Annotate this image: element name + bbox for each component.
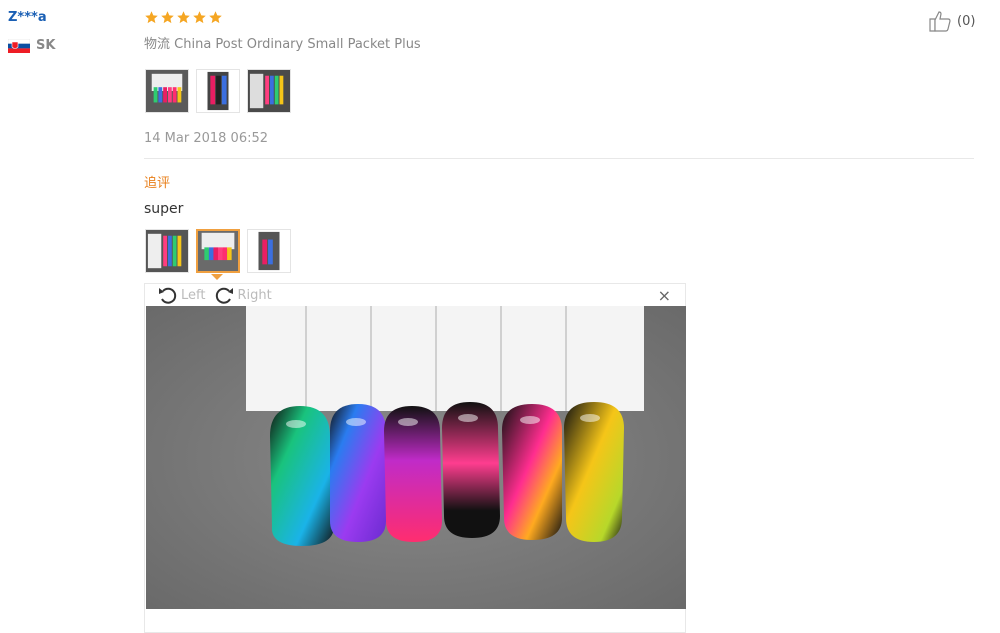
- logistics-label: 物流: [144, 37, 171, 52]
- rotate-left-button[interactable]: Left: [157, 285, 205, 305]
- rotate-left-icon: [159, 287, 177, 304]
- thumbs-up-icon: [929, 11, 951, 32]
- close-icon[interactable]: ×: [658, 286, 671, 305]
- star-icon: [193, 11, 206, 24]
- photo-thumbnail[interactable]: [196, 69, 240, 113]
- reviewer-name[interactable]: Z***a: [8, 10, 47, 25]
- country-code: SK: [36, 38, 56, 53]
- photo-thumbnail[interactable]: [145, 69, 189, 113]
- review-date: 14 Mar 2018 06:52: [144, 131, 269, 146]
- viewer-toolbar: Left Right: [157, 285, 272, 305]
- active-thumb-caret: [211, 274, 223, 280]
- followup-photos: [145, 229, 291, 273]
- star-icon: [177, 11, 190, 24]
- rotate-left-label: Left: [181, 287, 206, 303]
- logistics-info: 物流 China Post Ordinary Small Packet Plus: [144, 33, 421, 52]
- divider: [144, 158, 974, 159]
- photo-thumbnail-active[interactable]: [196, 229, 240, 273]
- like-button[interactable]: (0): [929, 10, 975, 32]
- slovakia-flag-icon: [8, 38, 30, 53]
- rotate-right-icon: [216, 287, 234, 304]
- rotate-right-button[interactable]: Right: [213, 285, 272, 305]
- logistics-value: China Post Ordinary Small Packet Plus: [174, 37, 421, 52]
- followup-label: 追评: [144, 176, 171, 191]
- photo-viewer: Left Right ×: [144, 283, 686, 633]
- photo-thumbnail[interactable]: [145, 229, 189, 273]
- star-icon: [145, 11, 158, 24]
- photo-thumbnail[interactable]: [247, 229, 291, 273]
- star-rating: [144, 10, 223, 25]
- photo-thumbnail[interactable]: [247, 69, 291, 113]
- review-photos: [145, 69, 291, 113]
- rotate-right-label: Right: [237, 287, 272, 303]
- like-count: (0): [957, 13, 976, 29]
- followup-text: super: [144, 201, 184, 217]
- star-icon: [209, 11, 222, 24]
- star-icon: [161, 11, 174, 24]
- review-photo-large: [146, 306, 686, 609]
- reviewer-country: SK: [8, 38, 55, 53]
